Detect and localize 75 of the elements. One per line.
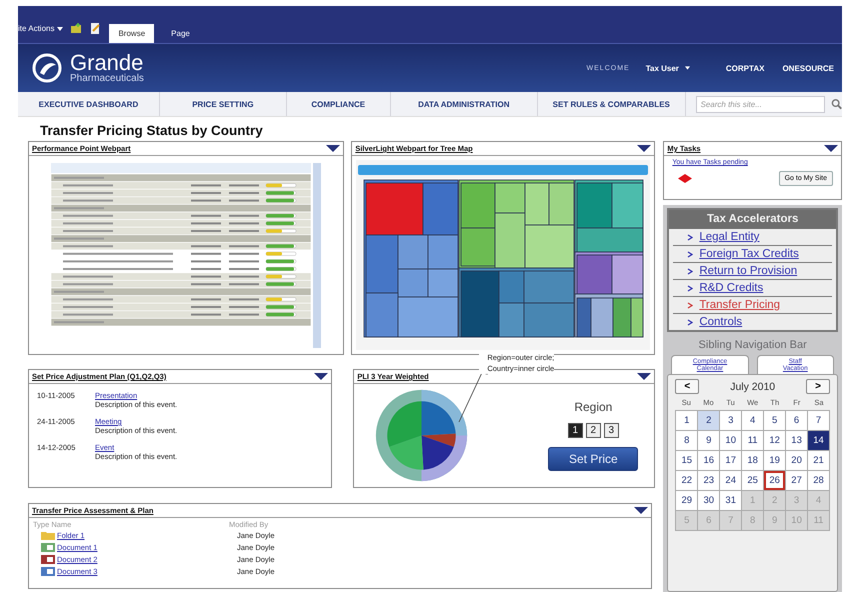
calendar-day[interactable]: 24 (720, 471, 742, 490)
calendar-day[interactable]: 3 (720, 411, 742, 430)
dropdown-arrow-icon (637, 373, 652, 380)
caret-icon (57, 26, 64, 30)
nav-item[interactable]: SET RULES & COMPARABLES (538, 92, 686, 116)
calendar-day[interactable]: 22 (676, 471, 698, 490)
calendar-day[interactable]: 7 (808, 411, 829, 430)
calendar-day[interactable]: 18 (742, 451, 764, 470)
next-month-button[interactable]: > (806, 379, 830, 394)
calendar-day[interactable]: 12 (764, 431, 786, 450)
calendar-day[interactable]: 20 (786, 451, 808, 470)
accelerator-link[interactable]: Return to Provision (699, 265, 798, 277)
previous-month-button[interactable]: < (675, 379, 700, 394)
nav-item[interactable]: DATA ADMINISTRATION (390, 92, 538, 116)
header-link[interactable]: ONESOURCE (782, 64, 834, 72)
calendar-day[interactable]: 16 (698, 451, 720, 470)
site-actions-menu[interactable]: ite Actions (18, 24, 64, 43)
calendar-day[interactable]: 15 (676, 451, 698, 470)
calendar-day[interactable]: 11 (742, 431, 764, 450)
header-link[interactable]: CORPTAX (726, 64, 764, 72)
accelerator-link[interactable]: Transfer Pricing (699, 299, 780, 311)
calendar-day[interactable]: 19 (764, 451, 786, 470)
section-title: Sibling Navigation Bar (698, 339, 808, 351)
search-icon[interactable] (830, 98, 842, 110)
region-label: Region (574, 400, 612, 414)
nav-item[interactable]: PRICE SETTING (160, 92, 287, 116)
edit-page-icon[interactable] (90, 23, 102, 34)
calendar-day[interactable]: 31 (720, 491, 742, 510)
calendar-day[interactable]: 8 (676, 431, 698, 450)
calendar-day[interactable]: 28 (808, 471, 829, 490)
calendar-day[interactable]: 10 (720, 431, 742, 450)
month-label: July 2010 (730, 380, 776, 392)
calendar-day[interactable]: 26 (764, 471, 786, 490)
panel-title: Tax Accelerators (669, 210, 836, 229)
ribbon-tab[interactable]: Page (162, 24, 199, 43)
calendar-day[interactable]: 1 (676, 411, 698, 430)
calendar-day[interactable]: 17 (720, 451, 742, 470)
dropdown-arrow-icon (637, 145, 652, 152)
calendar-day[interactable]: 4 (742, 411, 764, 430)
calendar-day[interactable]: 6 (786, 411, 808, 430)
dropdown-arrow-icon (634, 507, 648, 514)
calendar-day[interactable]: 25 (742, 471, 764, 490)
calendar-day[interactable]: 27 (786, 471, 808, 490)
calendar-day[interactable]: 14 (808, 431, 829, 450)
calendar-day[interactable]: 5 (764, 411, 786, 430)
calendar-day[interactable]: 13 (786, 431, 808, 450)
page-button[interactable]: 2 (586, 423, 601, 438)
diamond-icon (678, 174, 692, 183)
calendar-day[interactable]: 9 (698, 431, 720, 450)
brand-tagline: Pharmaceuticals (70, 74, 144, 84)
folder-icon[interactable] (71, 23, 82, 34)
calendar-day[interactable]: 29 (676, 491, 698, 510)
dropdown-arrow-icon (326, 145, 340, 152)
calendar-day[interactable]: 21 (808, 451, 829, 470)
nav-item[interactable]: EXECUTIVE DASHBOARD (18, 92, 160, 116)
dropdown-arrow-icon (314, 373, 328, 380)
dropdown-arrow-icon (824, 145, 838, 152)
accelerator-link[interactable]: Legal Entity (699, 231, 760, 243)
accelerator-link[interactable]: Foreign Tax Credits (699, 248, 799, 260)
brand-name: Grande (70, 52, 144, 74)
caret-icon (684, 66, 690, 70)
search-field[interactable]: Search this site... (696, 96, 825, 112)
logo-icon (32, 53, 62, 83)
page-title: Transfer Pricing Status by Country (40, 123, 264, 138)
calendar-day[interactable]: 2 (698, 411, 720, 430)
page-button[interactable]: 1 (568, 423, 583, 438)
calendar-day[interactable]: 30 (698, 491, 720, 510)
accelerator-link[interactable]: Controls (699, 316, 742, 328)
nav-item[interactable]: COMPLIANCE (286, 92, 391, 116)
calendar-day[interactable]: 23 (698, 471, 720, 490)
set-price-button[interactable]: Set Price (548, 447, 638, 471)
ribbon-tab[interactable]: Browse (109, 24, 154, 43)
user-menu[interactable]: Tax User (646, 64, 690, 72)
page-button[interactable]: 3 (604, 423, 619, 438)
accelerator-link[interactable]: R&D Credits (699, 282, 764, 294)
